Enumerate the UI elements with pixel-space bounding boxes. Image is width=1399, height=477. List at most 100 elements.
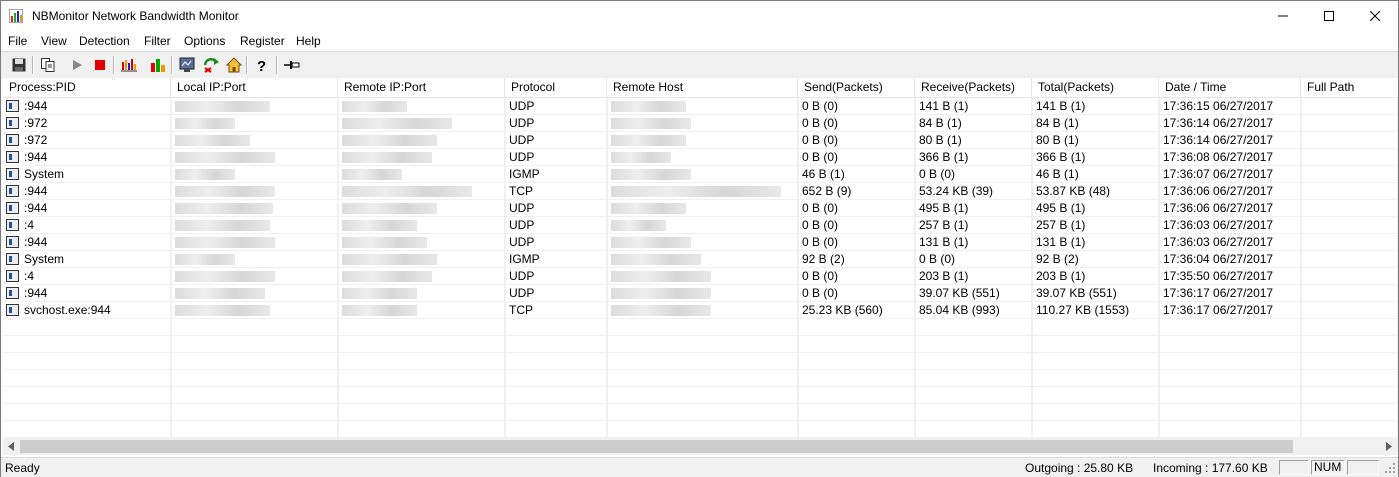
process-icon <box>6 270 19 282</box>
empty-row <box>3 370 1398 387</box>
pin-icon <box>284 61 300 69</box>
cell-remote-host <box>607 302 798 319</box>
cell-receive <box>915 319 1032 336</box>
redacted-value <box>175 169 235 180</box>
refresh-button[interactable] <box>202 56 220 74</box>
table-row[interactable]: :4 UDP 0 B (0) 257 B (1) 257 B (1) 17:36:03 0… <box>3 217 1398 234</box>
cell-process-text: :944 <box>24 150 48 164</box>
cell-receive <box>915 336 1032 353</box>
column-header-receive[interactable]: Receive(Packets) <box>915 78 1032 97</box>
help-button[interactable]: ? <box>253 56 271 74</box>
column-header-protocol[interactable]: Protocol <box>505 78 607 97</box>
close-button[interactable] <box>1352 1 1398 31</box>
pin-button[interactable] <box>283 56 301 74</box>
cell-protocol: UDP <box>505 217 607 234</box>
cell-total-text: 203 B (1) <box>1036 269 1086 283</box>
cell-send <box>798 387 915 404</box>
table-row[interactable]: :4 UDP 0 B (0) 203 B (1) 203 B (1) 17:35:50 0… <box>3 268 1398 285</box>
column-header-remote-ip[interactable]: Remote IP:Port <box>338 78 505 97</box>
cell-send <box>798 336 915 353</box>
maximize-icon <box>1324 11 1334 21</box>
column-header-process[interactable]: Process:PID <box>3 78 171 97</box>
table-row[interactable]: :944 UDP 0 B (0) 39.07 KB (551) 39.07 KB (55… <box>3 285 1398 302</box>
scroll-left-icon[interactable] <box>7 442 15 451</box>
scrollbar-thumb[interactable] <box>20 440 1293 453</box>
cell-receive-text: 53.24 KB (39) <box>919 184 994 198</box>
menu-view[interactable]: View <box>41 34 67 48</box>
minimize-button[interactable] <box>1260 1 1306 31</box>
cell-remote-ip <box>338 353 505 370</box>
cell-send: 46 B (1) <box>798 166 915 183</box>
bandwidth-graph-button[interactable] <box>120 56 138 74</box>
maximize-button[interactable] <box>1306 1 1352 31</box>
monitor-button[interactable] <box>178 56 196 74</box>
resize-grip-icon[interactable] <box>1385 463 1396 474</box>
table-row[interactable]: System IGMP 92 B (2) 0 B (0) 92 B (2) 17:36:0… <box>3 251 1398 268</box>
redacted-value <box>342 271 432 282</box>
cell-receive-text: 84 B (1) <box>919 116 962 130</box>
cell-remote-host <box>607 217 798 234</box>
table-row[interactable]: :944 UDP 0 B (0) 495 B (1) 495 B (1) 17:36:06… <box>3 200 1398 217</box>
cell-datetime <box>1159 387 1301 404</box>
copy-button[interactable] <box>39 56 57 74</box>
column-header-send[interactable]: Send(Packets) <box>798 78 915 97</box>
table-row[interactable]: :944 UDP 0 B (0) 366 B (1) 366 B (1) 17:36:08… <box>3 149 1398 166</box>
cell-datetime: 17:36:03 06/27/2017 <box>1159 217 1301 234</box>
redacted-value <box>611 305 711 316</box>
cell-remote-ip <box>338 319 505 336</box>
column-header-local-ip[interactable]: Local IP:Port <box>171 78 338 97</box>
table-row[interactable]: :972 UDP 0 B (0) 80 B (1) 80 B (1) 17:36:14 0… <box>3 132 1398 149</box>
cell-local-ip <box>171 200 338 217</box>
cell-full-path <box>1301 166 1398 183</box>
save-button[interactable] <box>10 56 28 74</box>
stop-button[interactable] <box>91 56 109 74</box>
status-panel-scroll <box>1347 460 1379 475</box>
cell-datetime-text: 17:36:03 06/27/2017 <box>1163 218 1274 232</box>
cell-datetime: 17:36:17 06/27/2017 <box>1159 285 1301 302</box>
table-row[interactable]: :972 UDP 0 B (0) 84 B (1) 84 B (1) 17:36:14 0… <box>3 115 1398 132</box>
cell-protocol <box>505 336 607 353</box>
column-header-datetime[interactable]: Date / Time <box>1159 78 1301 97</box>
connection-list[interactable]: Process:PID Local IP:Port Remote IP:Port… <box>3 78 1398 438</box>
redacted-value <box>611 288 711 299</box>
cell-remote-ip <box>338 251 505 268</box>
minimize-icon <box>1278 15 1288 17</box>
cell-protocol-text: UDP <box>509 133 535 147</box>
table-row[interactable]: System IGMP 46 B (1) 0 B (0) 46 B (1) 17:36:0… <box>3 166 1398 183</box>
cell-datetime-text: 17:36:15 06/27/2017 <box>1163 99 1274 113</box>
home-button[interactable] <box>225 56 243 74</box>
cell-process: :944 <box>3 285 171 302</box>
table-row[interactable]: svchost.exe:944 TCP 25.23 KB (560) 85.04 KB… <box>3 302 1398 319</box>
cell-remote-ip <box>338 285 505 302</box>
horizontal-scrollbar[interactable] <box>3 438 1398 455</box>
table-row[interactable]: :944 UDP 0 B (0) 141 B (1) 141 B (1) 17:36:15… <box>3 98 1398 115</box>
cell-full-path <box>1301 183 1398 200</box>
cell-local-ip <box>171 149 338 166</box>
menu-help[interactable]: Help <box>296 34 321 48</box>
toolbar-separator <box>32 56 34 74</box>
table-row[interactable]: :944 TCP 652 B (9) 53.24 KB (39) 53.87 KB (4… <box>3 183 1398 200</box>
scroll-right-icon[interactable] <box>1385 442 1393 451</box>
menu-filter[interactable]: Filter <box>144 34 171 48</box>
column-divider <box>338 98 339 438</box>
menu-detection[interactable]: Detection <box>79 34 130 48</box>
cell-total-text: 131 B (1) <box>1036 235 1086 249</box>
menu-file[interactable]: File <box>8 34 27 48</box>
column-divider <box>1301 98 1302 438</box>
cell-local-ip <box>171 285 338 302</box>
redacted-value <box>342 220 417 231</box>
column-header-remote-host[interactable]: Remote Host <box>607 78 798 97</box>
cell-receive <box>915 353 1032 370</box>
cell-local-ip <box>171 404 338 421</box>
statistics-button[interactable] <box>149 56 167 74</box>
column-header-total[interactable]: Total(Packets) <box>1032 78 1159 97</box>
cell-remote-host <box>607 268 798 285</box>
title-bar[interactable]: NBMonitor Network Bandwidth Monitor <box>1 1 1398 31</box>
menu-options[interactable]: Options <box>184 34 225 48</box>
process-icon <box>6 168 19 180</box>
start-button[interactable] <box>68 56 86 74</box>
column-header-full-path[interactable]: Full Path <box>1301 78 1398 97</box>
table-row[interactable]: :944 UDP 0 B (0) 131 B (1) 131 B (1) 17:36:03… <box>3 234 1398 251</box>
menu-register[interactable]: Register <box>240 34 285 48</box>
cell-remote-host <box>607 370 798 387</box>
